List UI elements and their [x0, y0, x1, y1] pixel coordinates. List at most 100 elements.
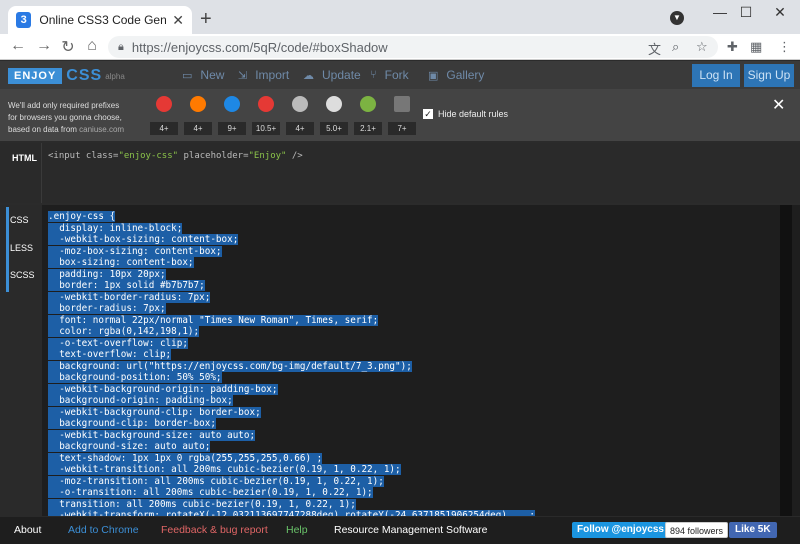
tab-title: Online CSS3 Code Generator W — [39, 13, 167, 27]
code-line-text: -webkit-background-clip: border-box; — [48, 406, 261, 418]
enjoycss-logo[interactable]: ENJOY CSS alpha — [8, 67, 125, 85]
menu-gallery[interactable]: ▣ Gallery — [428, 68, 484, 82]
safari-version[interactable]: 4+ — [286, 122, 314, 135]
translate-icon[interactable]: 文 — [648, 39, 661, 58]
favicon-icon: 3 — [16, 12, 32, 28]
ios-version[interactable]: 5.0+ — [320, 122, 348, 135]
reload-icon[interactable]: ↻ — [58, 37, 78, 57]
android-icon — [360, 96, 376, 112]
extension-app-icon[interactable]: ▦ — [750, 39, 762, 55]
menu-fork[interactable]: ⑂ Fork — [370, 68, 409, 82]
language-tabs: CSS LESS SCSS — [0, 205, 42, 516]
browser-menu-icon[interactable]: ⋮ — [778, 39, 791, 55]
html-placeholder-attr: placeholder= — [178, 151, 249, 161]
code-scrollbar[interactable] — [780, 205, 792, 516]
firefox-version[interactable]: 4+ — [184, 122, 212, 135]
android-version[interactable]: 2.1+ — [354, 122, 382, 135]
menu-update[interactable]: ☁ Update — [303, 68, 361, 82]
code-line-text: -o-transition: all 200ms cubic-bezier(0.… — [48, 487, 373, 498]
safari-icon — [292, 96, 308, 112]
hide-default-rules-toggle[interactable]: ✓ Hide default rules — [423, 109, 508, 119]
apple-icon — [326, 96, 342, 112]
address-bar: ← → ↻ ⌂ 🔒︎ https://enjoycss.com/5qR/code… — [0, 34, 800, 60]
compat-close-icon[interactable]: ✕ — [772, 95, 785, 115]
profile-icon[interactable]: ▼ — [670, 11, 684, 25]
code-line: -webkit-border-radius: 7px; — [48, 291, 778, 304]
footer-rms-link[interactable]: Resource Management Software — [334, 524, 488, 536]
code-line-text: text-shadow: 1px 1px 0 rgba(255,255,255,… — [48, 452, 323, 464]
home-icon[interactable]: ⌂ — [82, 37, 102, 55]
browser-windows-phone[interactable]: 7+ — [386, 96, 418, 136]
window-close-button[interactable]: ✕ — [760, 4, 800, 21]
twitter-follow-button[interactable]: Follow @enjoycss — [572, 522, 669, 538]
footer-help-link[interactable]: Help — [286, 524, 308, 536]
extensions-icon[interactable]: ✚ — [727, 39, 738, 55]
signup-button[interactable]: Sign Up — [744, 64, 794, 87]
chrome-version[interactable]: 4+ — [150, 122, 178, 135]
code-line-text: color: rgba(0,142,198,1); — [48, 326, 200, 337]
opera-version[interactable]: 10.5+ — [251, 122, 281, 135]
browser-android[interactable]: 2.1+ — [352, 96, 384, 136]
zoom-icon[interactable]: ⌕ — [672, 39, 679, 55]
logo-css: CSS — [66, 67, 103, 84]
browser-ios[interactable]: 5.0+ — [318, 96, 350, 136]
tab-less[interactable]: LESS — [10, 243, 33, 253]
logo-enjoy: ENJOY — [8, 68, 63, 84]
css-code-editor[interactable]: .enjoy-css { display: inline-block; -web… — [48, 211, 778, 533]
hide-default-label: Hide default rules — [438, 109, 509, 119]
windows-phone-version[interactable]: 7+ — [388, 122, 416, 135]
facebook-like-button[interactable]: Like 5K — [729, 522, 777, 538]
code-line: transition: all 200ms cubic-bezier(0.19,… — [48, 498, 778, 511]
menu-import[interactable]: ⇲ Import — [238, 68, 289, 82]
new-tab-button[interactable]: + — [200, 8, 212, 31]
menu-new[interactable]: ▭ New — [182, 68, 224, 82]
compat-description: We'll add only required prefixes for bro… — [8, 100, 148, 136]
browser-firefox[interactable]: 4+ — [182, 96, 214, 136]
forward-arrow-icon[interactable]: → — [34, 37, 54, 55]
firefox-icon — [190, 96, 206, 112]
html-tab[interactable]: HTML — [0, 143, 42, 203]
back-arrow-icon[interactable]: ← — [8, 37, 28, 55]
footer-about-link[interactable]: About — [14, 524, 41, 536]
code-line-text: box-sizing: content-box; — [48, 257, 194, 268]
update-icon: ☁ — [303, 69, 314, 82]
html-code[interactable]: <input class="enjoy-css" placeholder="En… — [48, 151, 303, 161]
caniuse-link[interactable]: caniuse.com — [79, 125, 124, 134]
login-button[interactable]: Log In — [692, 64, 740, 87]
opera-icon — [258, 96, 274, 112]
code-line-text: display: inline-block; — [48, 222, 183, 234]
browser-tab[interactable]: 3 Online CSS3 Code Generator W ✕ — [8, 6, 192, 34]
code-line: border-radius: 7px; — [48, 303, 778, 315]
code-line: font: normal 22px/normal "Times New Roma… — [48, 314, 778, 327]
ie-icon — [224, 96, 240, 112]
app-navbar: ENJOY CSS alpha ▭ New ⇲ Import ☁ Update … — [0, 61, 800, 89]
html-panel: HTML <input class="enjoy-css" placeholde… — [0, 143, 800, 203]
tab-css[interactable]: CSS — [10, 215, 29, 225]
tab-scss[interactable]: SCSS — [10, 270, 35, 280]
code-line-text: -moz-transition: all 200ms cubic-bezier(… — [48, 475, 384, 487]
bookmark-star-icon[interactable]: ☆ — [696, 39, 708, 55]
footer-add-to-chrome-link[interactable]: Add to Chrome — [68, 524, 139, 536]
browser-chrome[interactable]: 4+ — [148, 96, 180, 136]
tab-close-icon[interactable]: ✕ — [172, 12, 184, 29]
html-class-value: "enjoy-css" — [118, 151, 179, 161]
browser-opera[interactable]: 10.5+ — [250, 96, 282, 136]
browser-ie[interactable]: 9+ — [216, 96, 248, 136]
lock-icon: 🔒︎ — [118, 40, 124, 53]
code-line-text: font: normal 22px/normal "Times New Roma… — [48, 314, 379, 326]
html-code-close: /> — [286, 151, 303, 161]
url-field[interactable]: 🔒︎ https://enjoycss.com/5qR/code/#boxSha… — [108, 36, 718, 58]
hide-default-checkbox[interactable]: ✓ — [423, 109, 433, 119]
browser-safari[interactable]: 4+ — [284, 96, 316, 136]
code-line: background-position: 50% 50%; — [48, 372, 778, 384]
code-line: display: inline-block; — [48, 222, 778, 235]
code-line-text: -webkit-border-radius: 7px; — [48, 291, 211, 303]
side-tab-marker — [6, 207, 9, 292]
code-line-text: border-radius: 7px; — [48, 303, 166, 314]
ie-version[interactable]: 9+ — [218, 122, 246, 135]
code-line: background: url("https://enjoycss.com/bg… — [48, 360, 778, 373]
windows-phone-icon — [394, 96, 410, 112]
code-line-text: -webkit-background-origin: padding-box; — [48, 383, 278, 395]
code-line-text: background-origin: padding-box; — [48, 395, 233, 406]
footer-feedback-link[interactable]: Feedback & bug report — [161, 524, 268, 536]
